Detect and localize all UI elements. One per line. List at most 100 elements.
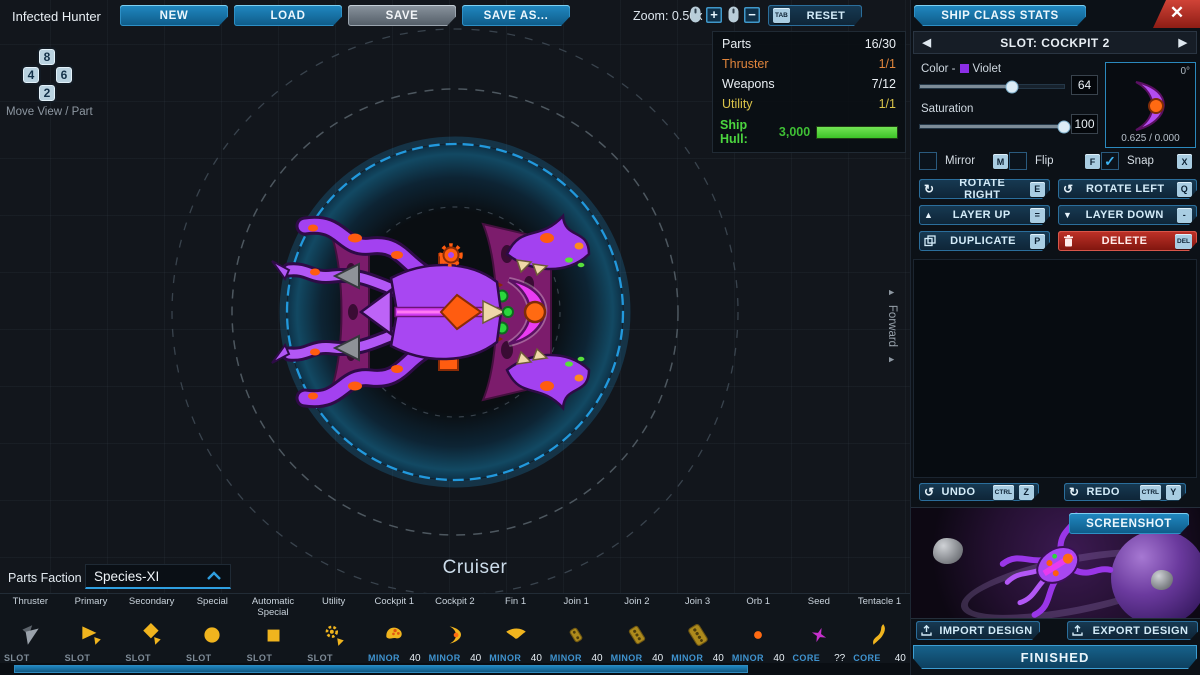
part-seed[interactable]: Seed CORE?? — [789, 594, 850, 664]
part-tier: MINOR — [367, 653, 400, 663]
part-tier: CORE — [853, 653, 881, 663]
redo-icon: ↻ — [1069, 485, 1080, 499]
save-button[interactable]: SAVE — [348, 5, 456, 26]
ship-editor: 8 4 6 2 Move View / Part Cruiser ▲Forwar… — [0, 0, 1200, 675]
reset-view-button[interactable]: TAB RESET — [768, 5, 862, 26]
undo-button[interactable]: ↺ UNDO CTRL Z — [919, 483, 1039, 501]
save-as-button[interactable]: SAVE AS... — [462, 5, 570, 26]
mirror-checkbox[interactable] — [919, 152, 937, 170]
close-button[interactable]: ✕ — [1153, 0, 1200, 28]
load-button[interactable]: LOAD — [234, 5, 342, 26]
seed-icon — [789, 620, 850, 650]
part-cockpit-2[interactable]: Cockpit 2 MINOR 40 — [425, 594, 486, 664]
tray-scrollbar-track[interactable] — [0, 663, 910, 675]
color-swatch — [959, 64, 969, 73]
layer-up-button[interactable]: ▲ LAYER UP = — [919, 205, 1050, 225]
part-tier: SLOT — [125, 653, 151, 663]
key-4: 4 — [21, 65, 41, 85]
rotate-left-button[interactable]: ↺ ROTATE LEFT Q — [1058, 179, 1197, 199]
part-tier: SLOT — [185, 653, 212, 663]
color-value: 64 — [1071, 75, 1098, 95]
saturation-slider-knob[interactable] — [1057, 120, 1071, 133]
utility-icon — [303, 620, 364, 650]
forward-arrow-icon: ▲ — [887, 355, 897, 365]
x-key-badge: X — [1177, 154, 1192, 169]
snap-label: Snap — [1127, 155, 1154, 167]
key-8: 8 — [37, 47, 57, 67]
parts-faction-dropdown[interactable]: Species-XI — [85, 564, 231, 589]
export-design-button[interactable]: EXPORT DESIGN — [1067, 621, 1198, 640]
part-utility[interactable]: Utility SLOT — [303, 594, 364, 664]
duplicate-icon — [924, 235, 936, 247]
part-primary[interactable]: Primary SLOT — [61, 594, 122, 664]
color-slider[interactable] — [919, 80, 1065, 93]
hull-bar — [816, 125, 898, 139]
flip-checkbox[interactable] — [1009, 152, 1027, 170]
arrow-down-icon: ▼ — [1063, 209, 1073, 220]
trash-icon — [1063, 235, 1074, 247]
part-fin-1[interactable]: Fin 1 MINOR 40 — [485, 594, 546, 664]
part-cockpit-1[interactable]: Cockpit 1 MINOR 40 — [364, 594, 425, 664]
saturation-slider[interactable] — [919, 120, 1071, 133]
part-join-1[interactable]: Join 1 MINOR 40 — [546, 594, 607, 664]
new-button[interactable]: NEW — [120, 5, 228, 26]
part-secondary[interactable]: Secondary SLOT — [121, 594, 182, 664]
snap-checkbox[interactable]: ✓ — [1101, 152, 1119, 170]
next-slot-button[interactable]: ▶ — [1170, 36, 1196, 49]
part-thruster[interactable]: Thruster SLOT — [0, 594, 61, 664]
saturation-label: Saturation — [921, 103, 974, 115]
part-name: Special — [196, 596, 228, 607]
color-slider-knob[interactable] — [1005, 80, 1019, 93]
layer-down-button[interactable]: ▼ LAYER DOWN - — [1058, 205, 1197, 225]
right-panel: SHIP CLASS STATS ✕ ◀ SLOT: COCKPIT 2 ▶ C… — [910, 0, 1200, 675]
part-tier: SLOT — [4, 653, 30, 663]
stat-row-parts: Parts 16/30 — [722, 37, 896, 51]
stat-row-utility: Utility 1/1 — [722, 97, 896, 111]
redo-button[interactable]: ↻ REDO CTRL Y — [1064, 483, 1186, 501]
delete-button[interactable]: DELETE DEL — [1058, 231, 1197, 251]
part-name: Automatic Special — [251, 596, 295, 618]
screenshot-button[interactable]: SCREENSHOT — [1069, 513, 1189, 534]
part-name: Tentacle 1 — [857, 596, 902, 607]
part-tier: MINOR — [671, 653, 704, 663]
duplicate-button[interactable]: DUPLICATE P — [919, 231, 1050, 251]
move-hint: Move View / Part — [6, 106, 93, 118]
part-special[interactable]: Special SLOT — [182, 594, 243, 664]
part-join-2[interactable]: Join 2 MINOR 40 — [607, 594, 668, 664]
part-tentacle-1[interactable]: Tentacle 1 CORE 40 — [849, 594, 910, 664]
part-tier: SLOT — [246, 653, 273, 663]
part-tier: SLOT — [307, 653, 333, 663]
ship-stats-panel: Parts 16/30 Thruster 1/1 Weapons 7/12 Utility 1… — [712, 31, 906, 153]
import-design-button[interactable]: IMPORT DESIGN — [916, 621, 1040, 640]
part-automatic-special[interactable]: Automatic Special SLOT — [243, 594, 304, 664]
prev-slot-button[interactable]: ◀ — [914, 36, 940, 49]
forward-direction-label: ▲Forward▲ — [886, 287, 898, 365]
finished-button[interactable]: FINISHED — [913, 645, 1197, 669]
special-icon — [182, 620, 243, 650]
tab-key-badge: TAB — [773, 8, 790, 23]
rotate-right-button[interactable]: ↻ ROTATE RIGHT E — [919, 179, 1050, 199]
join-3-icon — [667, 620, 728, 650]
part-name: Join 3 — [684, 596, 711, 607]
part-name: Utility — [321, 596, 346, 607]
part-orb-1[interactable]: Orb 1 MINOR 40 — [728, 594, 789, 664]
zoom-in-button[interactable]: + — [706, 7, 722, 23]
join-1-icon — [546, 620, 607, 650]
export-icon — [1072, 625, 1083, 636]
fin-1-icon — [485, 620, 546, 650]
design-name: Infected Hunter — [12, 9, 101, 24]
part-tier: SLOT — [64, 653, 91, 663]
stat-row-weapons: Weapons 7/12 — [722, 77, 896, 91]
cockpit-1-icon — [364, 620, 425, 650]
part-tier: MINOR — [610, 653, 643, 663]
chevron-up-icon — [207, 571, 221, 580]
part-preview: 0° 0.625 / 0.000 — [1105, 62, 1196, 148]
rotate-right-icon: ↻ — [924, 182, 935, 196]
part-join-3[interactable]: Join 3 MINOR 40 — [667, 594, 728, 664]
slot-header: ◀ SLOT: COCKPIT 2 ▶ — [913, 31, 1197, 54]
key-2: 2 — [37, 83, 57, 103]
zoom-out-button[interactable]: − — [744, 7, 760, 23]
tray-scrollbar[interactable] — [14, 665, 748, 673]
key-6: 6 — [54, 65, 74, 85]
ship-class-stats-button[interactable]: SHIP CLASS STATS — [914, 5, 1086, 26]
